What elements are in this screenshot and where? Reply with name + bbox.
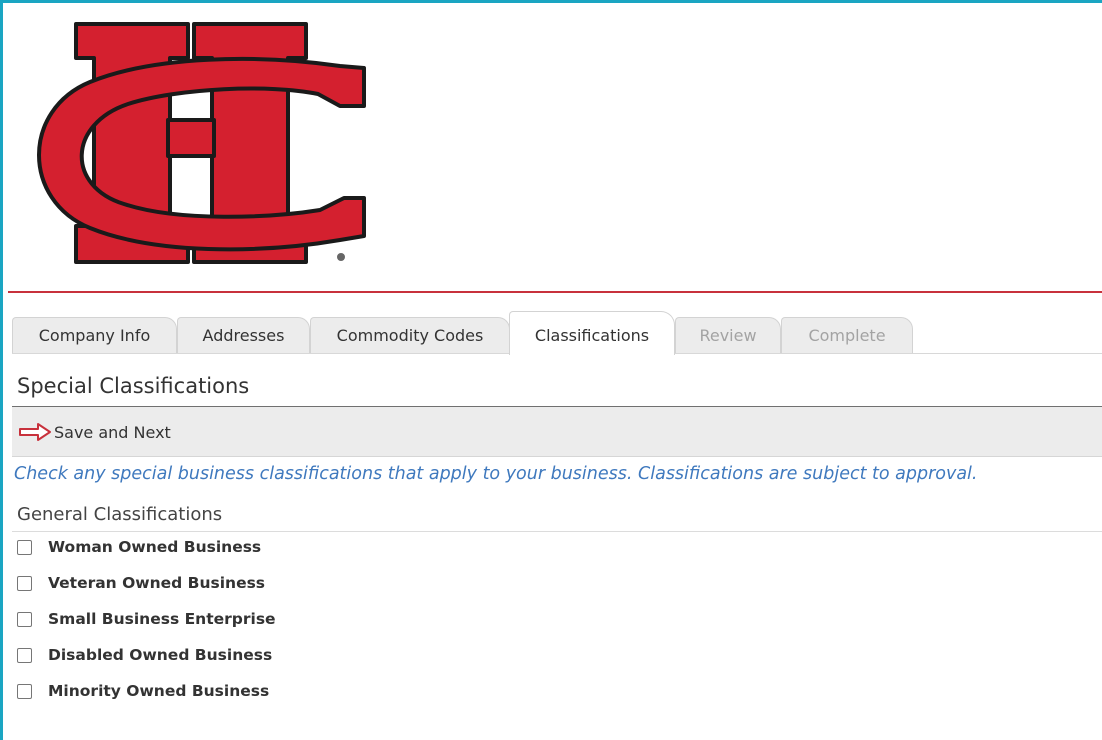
- instructions-text: Check any special business classificatio…: [14, 464, 978, 484]
- small-business-checkbox[interactable]: [17, 611, 32, 627]
- header-divider: [8, 291, 1102, 293]
- small-business-label[interactable]: Small Business Enterprise: [48, 610, 276, 628]
- woman-owned-checkbox[interactable]: [17, 539, 32, 555]
- tab-commodity-codes[interactable]: Commodity Codes: [310, 317, 510, 354]
- list-item: Woman Owned Business: [17, 536, 261, 558]
- tab-company-info[interactable]: Company Info: [12, 317, 177, 354]
- list-item: Minority Owned Business: [17, 680, 269, 702]
- company-logo: [8, 8, 393, 280]
- disabled-owned-label[interactable]: Disabled Owned Business: [48, 646, 272, 664]
- veteran-owned-label[interactable]: Veteran Owned Business: [48, 574, 265, 592]
- save-and-next-label: Save and Next: [54, 422, 171, 442]
- veteran-owned-checkbox[interactable]: [17, 575, 32, 591]
- logo-graphic: [37, 22, 366, 264]
- list-item: Disabled Owned Business: [17, 644, 272, 666]
- tab-classifications[interactable]: Classifications: [509, 311, 675, 355]
- registered-mark-icon: [337, 253, 345, 261]
- tab-complete: Complete: [781, 317, 913, 354]
- list-item: Veteran Owned Business: [17, 572, 265, 594]
- tab-review: Review: [675, 317, 781, 354]
- toolbar: Save and Next: [12, 407, 1102, 457]
- page-title: Special Classifications: [17, 374, 250, 398]
- minority-owned-checkbox[interactable]: [17, 683, 32, 699]
- woman-owned-label[interactable]: Woman Owned Business: [48, 538, 261, 556]
- disabled-owned-checkbox[interactable]: [17, 647, 32, 663]
- group-title: General Classifications: [17, 504, 223, 525]
- save-and-next-button[interactable]: Save and Next: [18, 421, 171, 443]
- list-item: Small Business Enterprise: [17, 608, 276, 630]
- tab-bar: Company Info Addresses Commodity Codes C…: [12, 311, 1102, 355]
- group-divider: [12, 531, 1102, 532]
- arrow-right-outline-icon: [19, 423, 51, 441]
- minority-owned-label[interactable]: Minority Owned Business: [48, 682, 269, 700]
- tab-addresses[interactable]: Addresses: [177, 317, 310, 354]
